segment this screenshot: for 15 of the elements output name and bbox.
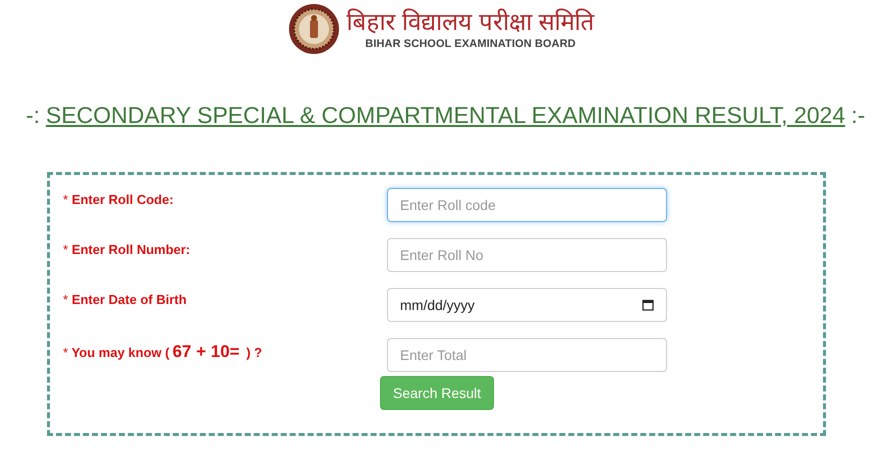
- board-name-hindi: बिहार विद्यालय परीक्षा समिति: [346, 8, 594, 38]
- date-field[interactable]: mm/dd/yyyy: [387, 288, 667, 322]
- input-field[interactable]: Enter Roll code: [387, 188, 667, 222]
- field-label: * Enter Roll Number:: [62, 241, 192, 259]
- calendar-icon[interactable]: [642, 299, 654, 311]
- input-field[interactable]: Enter Roll No: [387, 238, 667, 272]
- board-name-english: BIHAR SCHOOL EXAMINATION BOARD: [365, 38, 576, 50]
- title-suffix: :-: [851, 102, 866, 129]
- field-label: * Enter Roll Code:: [62, 191, 175, 209]
- field-label: * Enter Date of Birth: [62, 291, 188, 309]
- title-prefix: -:: [26, 102, 40, 129]
- input-field[interactable]: Enter Total: [387, 338, 667, 372]
- result-title-link[interactable]: SECONDARY SPECIAL & COMPARTMENTAL EXAMINATION RESULT, 2024: [46, 102, 846, 129]
- emblem-icon: [288, 3, 340, 55]
- field-label: * You may know ( 67 + 10= ) ?: [62, 341, 264, 363]
